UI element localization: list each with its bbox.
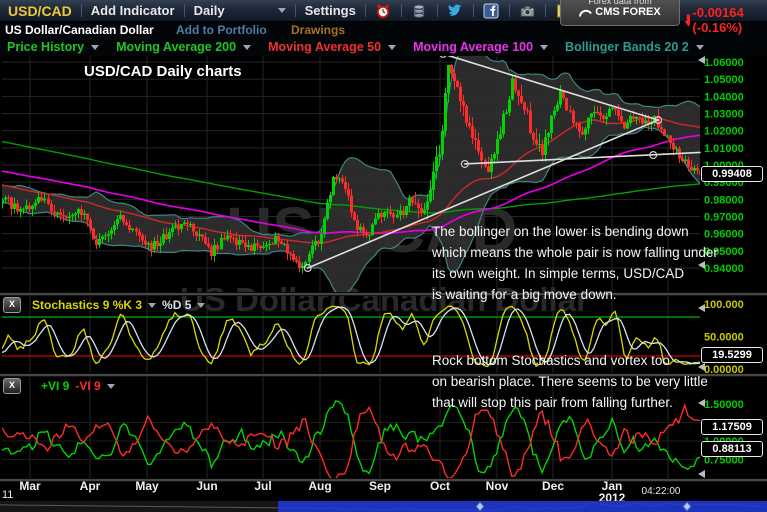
chevron-down-icon <box>278 8 286 13</box>
annotation-line: The bollinger on the lower is bending do… <box>432 221 718 242</box>
symbol-label: USD/CAD <box>8 3 72 19</box>
indicator-price-history[interactable]: Price History <box>7 40 99 54</box>
svg-text:Mar: Mar <box>19 479 41 493</box>
cms-forex-badge: Forex data from CMS FOREX <box>560 0 680 26</box>
close-icon[interactable]: X <box>3 378 21 394</box>
svg-text:04:22:00: 04:22:00 <box>642 486 681 497</box>
divider <box>401 4 402 17</box>
chevron-down-icon <box>243 45 251 50</box>
twitter-icon[interactable] <box>447 2 464 19</box>
camera-icon[interactable] <box>519 2 536 19</box>
indicator-label: Bollinger Bands 20 2 <box>565 40 689 54</box>
database-icon[interactable] <box>411 2 428 19</box>
divider <box>295 4 296 17</box>
svg-text:Aug: Aug <box>308 479 331 493</box>
cms-forex-logo-icon <box>579 7 592 18</box>
indicator-bar: Price History Moving Average 200 Moving … <box>0 38 767 56</box>
facebook-icon[interactable] <box>483 2 500 19</box>
svg-text:Dec: Dec <box>542 479 564 493</box>
badge-brand: CMS FOREX <box>595 6 660 18</box>
indicator-label: Moving Average 200 <box>116 40 236 54</box>
down-arrow-icon <box>684 14 690 27</box>
vortex-plus-label[interactable]: +VI 9 <box>41 379 69 393</box>
svg-text:Sep: Sep <box>369 479 391 493</box>
annotation-line: Rock bottom Stochastics and vortex too <box>432 350 708 371</box>
svg-text:1.04000: 1.04000 <box>704 91 744 103</box>
svg-text:0.00000: 0.00000 <box>704 364 744 376</box>
chevron-down-icon <box>540 45 548 50</box>
vortex-minus-label[interactable]: -VI 9 <box>75 379 100 393</box>
svg-text:Oct: Oct <box>430 479 450 493</box>
svg-text:1.06000: 1.06000 <box>704 57 744 69</box>
svg-text:1.02000: 1.02000 <box>704 126 744 138</box>
indicator-bollinger[interactable]: Bollinger Bands 20 2 <box>565 40 704 54</box>
chevron-down-icon[interactable] <box>197 303 205 308</box>
chevron-down-icon <box>696 45 704 50</box>
svg-text:50.0000: 50.0000 <box>704 332 744 344</box>
annotation-line: its own weight. In simple terms, USD/CAD <box>432 263 718 284</box>
indicator-label: Moving Average 100 <box>413 40 533 54</box>
vortex-minus-value-box: 0.88113 <box>701 441 763 457</box>
timeline-scrollbar[interactable] <box>0 500 767 512</box>
indicator-ma-50[interactable]: Moving Average 50 <box>268 40 396 54</box>
vortex-plus-value-box: 1.17509 <box>701 419 763 435</box>
svg-text:Apr: Apr <box>80 479 101 493</box>
add-indicator-button[interactable]: Add Indicator <box>91 3 175 18</box>
stochastics-label[interactable]: Stochastics 9 %K 3 <box>32 298 142 312</box>
divider <box>545 4 546 17</box>
chevron-down-icon <box>388 45 396 50</box>
top-toolbar: USD/CAD Add Indicator Daily Settings <box>0 0 767 22</box>
alarm-clock-icon[interactable] <box>375 2 392 19</box>
settings-button[interactable]: Settings <box>305 3 356 18</box>
divider <box>473 4 474 17</box>
stochastics-header: X Stochastics 9 %K 3 %D 5 <box>3 297 205 313</box>
drawings-tab[interactable]: Drawings <box>291 23 345 37</box>
annotation-line: that will stop this pair from falling fu… <box>432 392 708 413</box>
price-change-text: -0.00164 (-0.16%) <box>692 5 767 35</box>
svg-text:Jun: Jun <box>196 479 217 493</box>
chevron-down-icon <box>91 45 99 50</box>
annotation-main: The bollinger on the lower is bending do… <box>432 221 718 305</box>
svg-text:Nov: Nov <box>486 479 509 493</box>
svg-text:May: May <box>135 479 159 493</box>
indicator-label: Moving Average 50 <box>268 40 381 54</box>
annotation-stoch: Rock bottom Stochastics and vortex too o… <box>432 350 708 413</box>
pair-name: US Dollar/Canadian Dollar <box>5 23 154 37</box>
indicator-ma-200[interactable]: Moving Average 200 <box>116 40 251 54</box>
close-icon[interactable]: X <box>3 297 21 313</box>
annotation-line: is waiting for a big move down. <box>432 284 718 305</box>
indicator-label: Price History <box>7 40 84 54</box>
price-change: -0.00164 (-0.16%) <box>684 5 767 35</box>
chevron-down-icon[interactable] <box>107 384 115 389</box>
svg-text:Jul: Jul <box>254 479 271 493</box>
chevron-down-icon[interactable] <box>148 303 156 308</box>
stochastics-d-label[interactable]: %D 5 <box>162 298 191 312</box>
vortex-header: X +VI 9 -VI 9 <box>3 378 115 394</box>
timeframe-value: Daily <box>194 3 225 18</box>
divider <box>509 4 510 17</box>
trading-app-window: USD/CAD US Dollar/Canadian Dollar 1.06000 1… <box>0 0 767 512</box>
annotation-line: which means the whole pair is now fallin… <box>432 242 718 263</box>
divider <box>81 4 82 17</box>
svg-text:0.98000: 0.98000 <box>704 194 744 206</box>
last-price-box: 0.99408 <box>701 166 763 182</box>
svg-text:1.50000: 1.50000 <box>704 399 744 411</box>
indicator-ma-100[interactable]: Moving Average 100 <box>413 40 548 54</box>
chart-title: USD/CAD Daily charts <box>84 63 242 80</box>
svg-text:1.03000: 1.03000 <box>704 108 744 120</box>
stochastics-value-box: 19.5299 <box>701 347 763 363</box>
svg-text:1.05000: 1.05000 <box>704 74 744 86</box>
timeframe-dropdown[interactable]: Daily <box>194 3 286 18</box>
annotation-line: on bearish place. There seems to be very… <box>432 371 708 392</box>
divider <box>365 4 366 17</box>
divider <box>184 4 185 17</box>
svg-text:1.01000: 1.01000 <box>704 143 744 155</box>
add-to-portfolio-link[interactable]: Add to Portfolio <box>176 23 267 37</box>
divider <box>437 4 438 17</box>
